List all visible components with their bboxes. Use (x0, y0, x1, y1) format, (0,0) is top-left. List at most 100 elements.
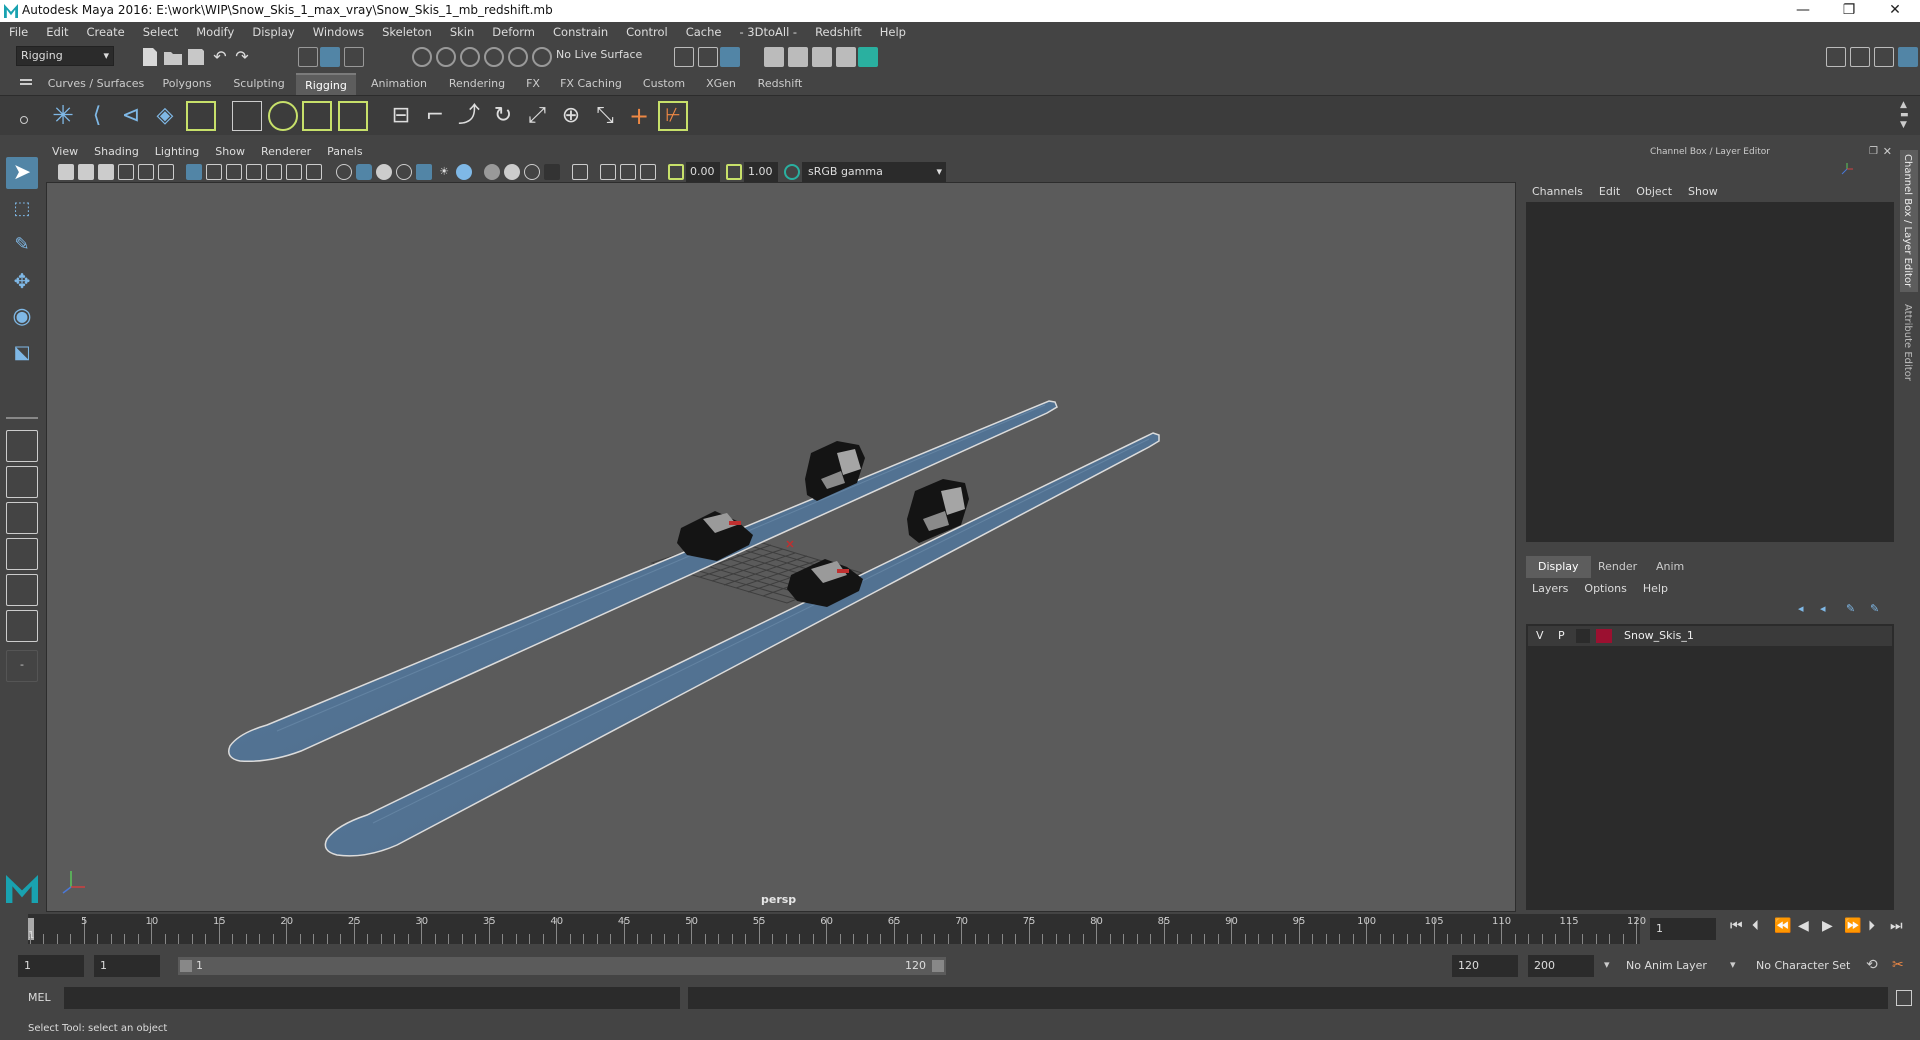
go-to-end-icon[interactable]: ⏭ (1890, 918, 1903, 934)
step-back-icon[interactable]: ⏴ (1752, 918, 1759, 934)
cluster-icon[interactable] (232, 101, 262, 131)
play-backwards-icon[interactable]: ◀ (1798, 918, 1809, 934)
move-layer-up-icon[interactable]: ◂ (1798, 602, 1804, 615)
viewport-menu-lighting[interactable]: Lighting (147, 142, 207, 162)
side-tab-attribute-editor[interactable]: Attribute Editor (1900, 300, 1918, 386)
single-perspective-layout-icon[interactable] (6, 430, 38, 462)
attribute-editor-toggle-icon[interactable] (1850, 47, 1870, 67)
viewport-menu-renderer[interactable]: Renderer (253, 142, 319, 162)
render-frame-icon[interactable] (788, 47, 808, 67)
viewport-persp[interactable]: persp (46, 182, 1516, 912)
xray-icon[interactable] (600, 164, 616, 180)
four-view-layout-icon[interactable] (6, 466, 38, 498)
menu-skin[interactable]: Skin (441, 22, 483, 43)
shelf-settings-icon[interactable] (20, 116, 28, 124)
move-tool-icon[interactable]: ✥ (6, 265, 38, 297)
channel-box-toggle-icon[interactable] (1898, 47, 1918, 67)
isolate-select-icon[interactable] (572, 164, 588, 180)
menu-redshift[interactable]: Redshift (806, 22, 871, 43)
snap-live-icon[interactable] (532, 47, 552, 67)
render-view-icon[interactable] (764, 47, 784, 67)
select-hierarchy-icon[interactable] (298, 47, 318, 67)
new-scene-icon[interactable] (143, 48, 157, 66)
motion-blur-icon[interactable] (504, 164, 520, 180)
grid-toggle-icon[interactable] (186, 164, 202, 180)
custom-layout-icon[interactable]: - (6, 650, 38, 682)
exposure-field[interactable]: 0.00 (686, 162, 720, 182)
time-slider[interactable]: 1 5 10 15 20 25 30 35 40 45 50 55 60 65 70 75 80 85 90 95 1… (28, 914, 1646, 944)
smooth-shade-icon[interactable] (356, 164, 372, 180)
color-management-icon[interactable] (784, 164, 800, 180)
anim-layer-dropdown[interactable]: No Anim Layer (1620, 955, 1724, 977)
close-button[interactable]: ✕ (1872, 0, 1918, 22)
2d-pan-zoom-icon[interactable] (138, 164, 154, 180)
channel-box-area[interactable] (1526, 202, 1894, 542)
construction-history-icon[interactable] (720, 47, 740, 67)
grease-pencil-icon[interactable] (158, 164, 174, 180)
view-transform-dropdown[interactable]: sRGB gamma ▾ (802, 162, 946, 182)
shelf-scroll-icon[interactable]: ▲ ▬ ▼ (1900, 100, 1909, 130)
move-layer-down-icon[interactable]: ◂ (1820, 602, 1826, 615)
tab-animation[interactable]: Animation (362, 73, 436, 95)
new-layer-icon[interactable]: ✎ (1846, 602, 1855, 615)
snap-view-icon[interactable] (484, 47, 504, 67)
exposure-icon[interactable] (668, 164, 684, 180)
viewport-menu-shading[interactable]: Shading (86, 142, 147, 162)
select-object-icon[interactable] (320, 47, 340, 67)
safe-action-icon[interactable] (286, 164, 302, 180)
textured-icon[interactable] (416, 164, 432, 180)
playback-end-field[interactable]: 120 (1452, 955, 1518, 977)
current-frame-field[interactable]: 1 (1650, 918, 1716, 940)
layer-type-toggle[interactable] (1576, 629, 1590, 643)
chevron-down-icon[interactable]: ▾ (1604, 958, 1610, 971)
parent-constraint-icon[interactable]: ⊕ (556, 101, 586, 131)
camera-select-icon[interactable] (58, 164, 74, 180)
tab-redshift[interactable]: Redshift (748, 73, 812, 95)
select-component-icon[interactable] (344, 47, 364, 67)
gate-mask-icon[interactable] (246, 164, 262, 180)
shadows-icon[interactable] (456, 164, 472, 180)
channel-box-menu-object[interactable]: Object (1628, 182, 1680, 202)
locator-icon[interactable] (186, 101, 216, 131)
paint-weights-icon[interactable]: ⊟ (386, 101, 416, 131)
manipulator-icon[interactable] (1840, 162, 1854, 176)
film-gate-icon[interactable] (206, 164, 222, 180)
set-driven-key-icon[interactable]: ⊬ (658, 101, 688, 131)
outliner-layout-icon[interactable] (6, 610, 38, 642)
menu-display[interactable]: Display (243, 22, 303, 43)
chevron-down-icon[interactable]: ▾ (1730, 958, 1736, 971)
persp-outliner-layout-icon[interactable] (6, 502, 38, 534)
command-language-label[interactable]: MEL (28, 984, 51, 1012)
tab-display[interactable]: Display (1526, 556, 1591, 578)
persp-graph-layout-icon[interactable] (6, 538, 38, 570)
screen-space-ao-icon[interactable] (484, 164, 500, 180)
gamma-icon[interactable] (726, 164, 742, 180)
animation-preferences-icon[interactable]: ✂ (1892, 957, 1904, 973)
command-input[interactable] (64, 987, 680, 1009)
layer-menu-layers[interactable]: Layers (1524, 578, 1576, 600)
menu-help[interactable]: Help (871, 22, 915, 43)
menu-edit[interactable]: Edit (37, 22, 77, 43)
wireframe-on-shaded-icon[interactable] (396, 164, 412, 180)
render-settings-icon[interactable] (836, 47, 856, 67)
range-end-handle[interactable] (932, 960, 944, 972)
rotate-tool-icon[interactable]: ◉ (6, 301, 38, 333)
scale-tool-icon[interactable]: ⬕ (6, 337, 38, 369)
playback-start-field[interactable]: 1 (94, 955, 160, 977)
ski-right[interactable] (324, 432, 1160, 857)
xray-components-icon[interactable] (640, 164, 656, 180)
go-to-start-icon[interactable]: ⏮ (1730, 918, 1743, 934)
layer-menu-options[interactable]: Options (1576, 578, 1634, 600)
orient-constraint-icon[interactable]: ↻ (488, 101, 518, 131)
output-ops-icon[interactable] (698, 47, 718, 67)
pole-vector-icon[interactable]: ⤡ (590, 101, 620, 131)
tab-custom[interactable]: Custom (634, 73, 694, 95)
save-scene-icon[interactable] (188, 49, 204, 65)
menu-select[interactable]: Select (134, 22, 187, 43)
step-forward-icon[interactable]: ⏵ (1868, 918, 1875, 934)
tab-xgen[interactable]: XGen (700, 73, 742, 95)
ipr-render-icon[interactable] (812, 47, 832, 67)
ik-handle-icon[interactable]: ⊲ (116, 101, 146, 131)
step-back-key-icon[interactable]: ⏪ (1774, 918, 1791, 934)
binding-left-toe[interactable] (677, 511, 753, 561)
